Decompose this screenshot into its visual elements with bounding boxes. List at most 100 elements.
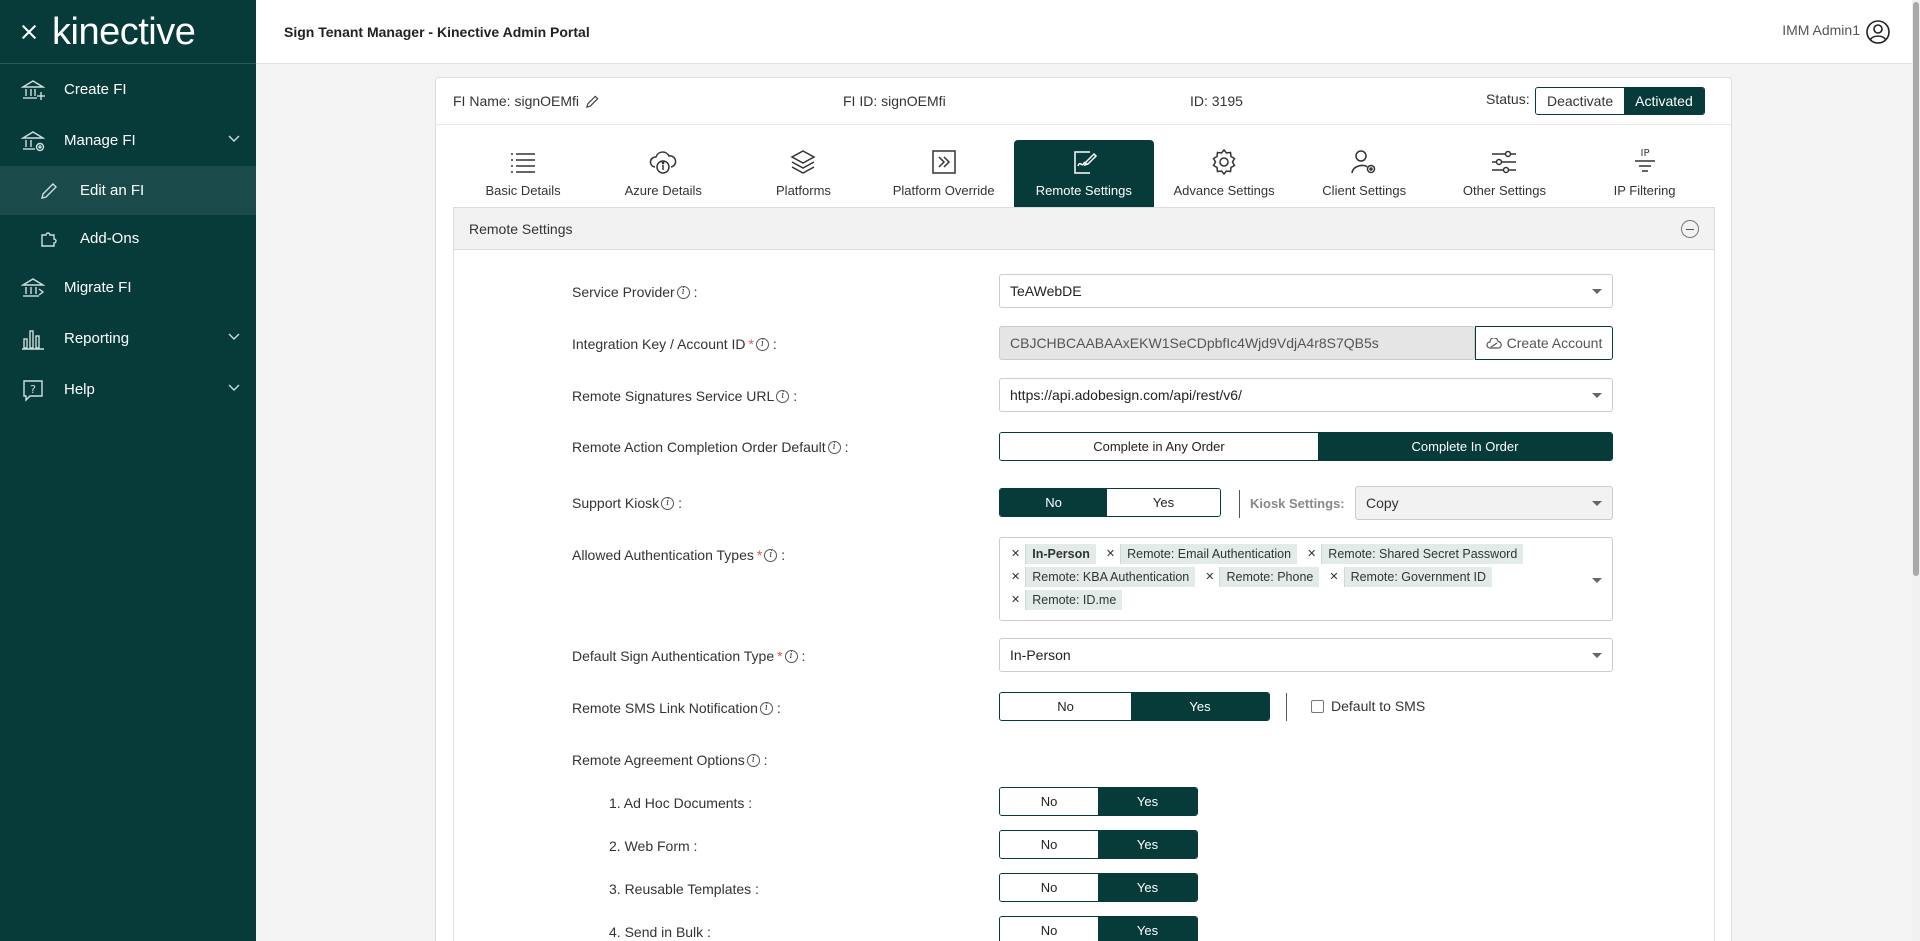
tab-client-settings[interactable]: Client Settings [1294, 140, 1434, 207]
colon: : [844, 439, 849, 455]
user-avatar-icon[interactable] [1864, 18, 1892, 46]
colon: : [772, 336, 777, 352]
tab-remote-settings[interactable]: Remote Settings [1013, 140, 1154, 207]
sidebar-item-manage-fi[interactable]: Manage FI [0, 115, 256, 166]
option-no[interactable]: No [1000, 831, 1098, 858]
auth-chip: ✕ In-Person [1006, 544, 1096, 564]
web-form-label: 2. Web Form : [609, 838, 698, 854]
sidebar-item-create-fi[interactable]: Create FI [0, 64, 256, 115]
scrollbar[interactable] [1912, 0, 1920, 941]
tab-advance-settings[interactable]: Advance Settings [1154, 140, 1294, 207]
deactivate-button[interactable]: Deactivate [1536, 88, 1625, 114]
tab-ip-filtering[interactable]: IP IP Filtering [1575, 140, 1715, 207]
sliders-icon [1489, 147, 1519, 177]
kiosk-no-option[interactable]: No [1000, 489, 1108, 516]
remove-chip-icon[interactable]: ✕ [1200, 567, 1221, 587]
service-url-select[interactable]: https://api.adobesign.com/api/rest/v6/ [999, 378, 1613, 412]
option-no[interactable]: No [1000, 788, 1098, 815]
collapse-icon[interactable] [1681, 220, 1699, 238]
info-icon[interactable]: i [746, 753, 760, 767]
caret-down-icon [1592, 501, 1602, 506]
kiosk-settings-select[interactable]: Copy [1355, 486, 1613, 520]
complete-in-order-option[interactable]: Complete In Order [1317, 433, 1612, 460]
service-provider-label: Service Provider i : [572, 284, 697, 300]
sms-yes-option[interactable]: Yes [1131, 693, 1269, 720]
sidebar: kinective Create FI Manage FI Edit an FI… [0, 0, 256, 941]
tab-platforms[interactable]: Platforms [733, 140, 873, 207]
scrollbar-thumb[interactable] [1913, 2, 1919, 576]
checkbox[interactable] [1311, 699, 1324, 713]
sidebar-item-edit-an-fi[interactable]: Edit an FI [0, 166, 256, 215]
info-icon[interactable]: i [776, 389, 790, 403]
completion-order-toggle: Complete in Any Order Complete In Order [999, 432, 1613, 461]
kiosk-yes-option[interactable]: Yes [1107, 489, 1220, 516]
info-icon[interactable]: i [764, 548, 778, 562]
record-id: ID: 3195 [1190, 93, 1243, 109]
status-label: Status: [1486, 91, 1530, 107]
remove-chip-icon[interactable]: ✕ [1100, 544, 1122, 564]
activated-button[interactable]: Activated [1624, 88, 1704, 114]
chip-label: Remote: Government ID [1344, 567, 1493, 587]
option-yes[interactable]: Yes [1098, 874, 1197, 901]
remove-chip-icon[interactable]: ✕ [1006, 567, 1027, 587]
bank-plus-icon [20, 77, 46, 103]
tab-other-settings[interactable]: Other Settings [1434, 140, 1574, 207]
fi-header: FI Name: signOEMfi FI ID: signOEMfi ID: … [436, 78, 1731, 125]
remove-chip-icon[interactable]: ✕ [1302, 544, 1323, 564]
info-icon[interactable]: i [827, 440, 841, 454]
tab-label: IP Filtering [1613, 183, 1676, 198]
selected-value: TeAWebDE [1010, 283, 1082, 299]
sms-no-option[interactable]: No [1000, 693, 1132, 720]
remove-chip-icon[interactable]: ✕ [1324, 567, 1345, 587]
caret-down-icon [1592, 653, 1602, 658]
service-provider-select[interactable]: TeAWebDE [999, 274, 1613, 308]
auth-types-multiselect[interactable]: ✕ In-Person ✕ Remote: Email Authentication… [999, 537, 1613, 621]
default-to-sms-checkbox[interactable]: Default to SMS [1311, 698, 1425, 714]
checkbox-label: Default to SMS [1331, 698, 1426, 714]
chevron-down-icon[interactable] [228, 384, 240, 394]
remove-chip-icon[interactable]: ✕ [1006, 544, 1027, 564]
bank-gear-icon [20, 128, 46, 154]
override-icon [929, 147, 959, 177]
auth-chip: ✕ Remote: Government ID [1324, 567, 1493, 587]
sidebar-item-help[interactable]: ? Help [0, 364, 256, 415]
sidebar-item-add-ons[interactable]: Add-Ons [0, 215, 256, 262]
user-gear-icon [1349, 147, 1379, 177]
chevron-down-icon[interactable] [228, 135, 240, 145]
option-yes[interactable]: Yes [1098, 831, 1197, 858]
sidebar-item-migrate-fi[interactable]: Migrate FI [0, 262, 256, 313]
remove-chip-icon[interactable]: ✕ [1006, 590, 1027, 610]
option-yes[interactable]: Yes [1098, 917, 1197, 941]
tab-platform-override[interactable]: Platform Override [874, 140, 1014, 207]
sidebar-item-reporting[interactable]: Reporting [0, 313, 256, 364]
tab-label: Client Settings [1322, 183, 1407, 198]
info-icon[interactable]: i [759, 701, 773, 715]
tab-label: Other Settings [1462, 183, 1546, 198]
cloud-info-icon [648, 147, 678, 177]
chevron-down-icon[interactable] [228, 333, 240, 343]
tab-basic-details[interactable]: Basic Details [453, 140, 593, 207]
send-in-bulk-label: 4. Send in Bulk : [609, 924, 711, 940]
sidebar-item-label: Create FI [64, 81, 127, 98]
label-text: Remote Signatures Service URL [572, 388, 775, 404]
close-icon[interactable] [17, 20, 41, 44]
default-auth-select[interactable]: In-Person [999, 638, 1613, 672]
complete-any-order-option[interactable]: Complete in Any Order [1000, 433, 1318, 460]
reusable-templates-label: 3. Reusable Templates : [609, 881, 759, 897]
info-icon[interactable]: i [661, 496, 675, 510]
info-icon[interactable]: i [784, 649, 798, 663]
edit-pencil-icon[interactable] [585, 94, 600, 109]
integration-key-input[interactable]: CBJCHBCAABAAxEKW1SeCDpbfIc4Wjd9VdjA4r8S7… [999, 326, 1475, 360]
info-icon[interactable]: i [676, 285, 690, 299]
option-no[interactable]: No [1000, 917, 1098, 941]
create-account-button[interactable]: Create Account [1475, 326, 1613, 360]
option-yes[interactable]: Yes [1098, 788, 1197, 815]
info-icon[interactable]: i [756, 337, 769, 351]
tab-azure-details[interactable]: Azure Details [593, 140, 733, 207]
user-name[interactable]: IMM Admin1 [1782, 22, 1860, 38]
chip-label: Remote: ID.me [1026, 590, 1123, 610]
caret-down-icon [1592, 578, 1602, 583]
required-marker: * [777, 648, 783, 664]
colon: : [678, 495, 682, 511]
option-no[interactable]: No [1000, 874, 1098, 901]
